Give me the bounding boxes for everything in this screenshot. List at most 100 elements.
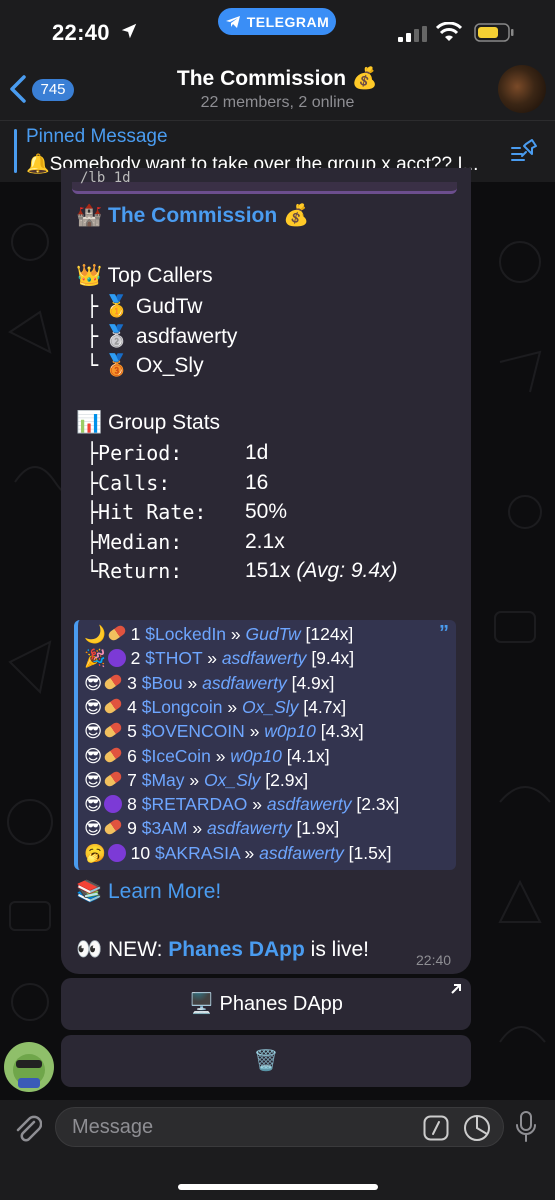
stat-value-row: 2.1x xyxy=(245,530,285,554)
ticker-link[interactable]: $IceCoin xyxy=(142,746,211,766)
stat-label: ├Hit Rate: xyxy=(86,500,207,524)
leaderboard-row: 😎 7 $May » Ox_Sly [2.9x] xyxy=(84,769,309,791)
ticker-link[interactable]: $Bou xyxy=(142,673,183,693)
caller-link[interactable]: Ox_Sly xyxy=(242,697,298,717)
stat-value: 50% xyxy=(245,500,288,523)
separator: » xyxy=(249,721,260,742)
row-emoji: 😎 xyxy=(84,721,103,742)
rank-number: 7 xyxy=(127,769,137,790)
group-title-line: 🏰 The Commission 💰 xyxy=(76,204,309,228)
ticker-link[interactable]: $AKRASIA xyxy=(155,843,240,863)
ticker-link[interactable]: $OVENCOIN xyxy=(142,721,245,741)
multiplier: [4.3x] xyxy=(320,721,364,742)
phanes-dapp-button[interactable]: 🖥️ Phanes DApp xyxy=(61,978,471,1030)
telegram-pill-label: TELEGRAM xyxy=(246,13,330,30)
pin-list-icon[interactable] xyxy=(510,138,538,164)
multiplier: [4.7x] xyxy=(303,696,347,717)
group-avatar[interactable] xyxy=(498,65,546,113)
quote-mark-icon: ” xyxy=(439,622,449,644)
rank-number: 5 xyxy=(127,721,137,742)
telegram-plane-icon xyxy=(225,15,240,28)
chain-pill-icon xyxy=(103,818,124,837)
caller-name: asdfawerty xyxy=(135,324,238,348)
separator: » xyxy=(187,672,198,693)
top-caller-row: ├ 🥈 asdfawerty xyxy=(86,324,237,349)
separator: » xyxy=(244,842,255,863)
ticker-link[interactable]: $3AM xyxy=(142,818,188,838)
ticker-link[interactable]: $Longcoin xyxy=(142,697,223,717)
phanes-dapp-link[interactable]: Phanes DApp xyxy=(168,938,305,961)
learn-more-link[interactable]: Learn More! xyxy=(108,880,221,903)
chat-header: 745 The Commission 💰 22 members, 2 onlin… xyxy=(0,58,555,120)
rank-number: 1 xyxy=(130,624,141,644)
paperclip-icon[interactable] xyxy=(12,1112,42,1144)
stat-label: ├Calls: xyxy=(86,470,171,495)
caller-link[interactable]: asdfawerty xyxy=(259,843,344,863)
rank-number: 2 xyxy=(130,648,141,669)
separator: » xyxy=(189,769,200,790)
ticker-link[interactable]: $THOT xyxy=(145,648,202,668)
cellular-signal-icon xyxy=(398,26,427,42)
separator: » xyxy=(192,818,203,839)
leaderboard-row: 🌙 1 $LockedIn » GudTw [124x] xyxy=(84,623,353,645)
multiplier: [1.9x] xyxy=(296,818,340,839)
ticker-link[interactable]: $LockedIn xyxy=(145,624,226,644)
chain-pill-icon xyxy=(103,720,124,740)
sticker-icon[interactable] xyxy=(463,1114,491,1142)
learn-more-line: 📚 Learn More! xyxy=(76,880,221,904)
chain-pill-icon xyxy=(103,745,124,764)
leaderboard-row: 😎 4 $Longcoin » Ox_Sly [4.7x] xyxy=(84,696,347,718)
caller-link[interactable]: asdfawerty xyxy=(202,673,287,693)
chain-pill-icon xyxy=(103,696,124,716)
pepe-avatar-icon xyxy=(13,1054,45,1088)
ticker-link[interactable]: $May xyxy=(142,770,185,790)
message-timestamp: 22:40 xyxy=(416,952,452,968)
group-stats-heading: 📊 Group Stats xyxy=(76,411,221,434)
stat-value-row: 1d xyxy=(245,441,268,465)
stat-value-row: 50% xyxy=(245,500,287,524)
telegram-return-pill[interactable]: TELEGRAM xyxy=(218,8,336,35)
stat-value: 2.1x xyxy=(245,529,285,553)
caller-link[interactable]: asdfawerty xyxy=(207,818,292,838)
row-emoji: 😎 xyxy=(84,672,103,693)
separator: » xyxy=(252,794,263,815)
separator: » xyxy=(230,624,241,644)
ticker-link[interactable]: $RETARDAO xyxy=(142,794,248,814)
stat-value: 16 xyxy=(245,470,269,494)
rank-number: 9 xyxy=(127,818,137,839)
microphone-icon[interactable] xyxy=(514,1110,538,1144)
stat-value-row: 151x (Avg: 9.4x) xyxy=(245,559,398,583)
caller-link[interactable]: w0p10 xyxy=(230,746,282,766)
message-input-bar xyxy=(0,1100,555,1200)
caller-link[interactable]: asdfawerty xyxy=(222,648,307,668)
caller-link[interactable]: GudTw xyxy=(246,624,301,644)
multiplier: [2.9x] xyxy=(265,769,309,790)
delete-button[interactable]: 🗑️ xyxy=(61,1035,471,1087)
castle-emoji: 🏰 xyxy=(76,204,103,227)
top-caller-row: └ 🥉 Ox_Sly xyxy=(86,353,204,378)
group-title-link[interactable]: The Commission xyxy=(108,204,277,227)
multiplier: [2.3x] xyxy=(356,794,400,815)
bot-command-icon[interactable] xyxy=(423,1115,449,1141)
rank-number: 8 xyxy=(127,794,137,815)
caller-link[interactable]: asdfawerty xyxy=(267,794,352,814)
new-prefix: 👀 NEW: xyxy=(76,938,163,961)
rank-number: 6 xyxy=(127,745,137,766)
stat-label: ├Median: xyxy=(86,529,183,554)
caller-link[interactable]: w0p10 xyxy=(264,721,316,741)
chat-title[interactable]: The Commission 💰 xyxy=(0,67,555,91)
location-arrow-icon xyxy=(121,23,137,39)
pinned-title: Pinned Message xyxy=(26,126,168,147)
caller-link[interactable]: Ox_Sly xyxy=(204,770,260,790)
wifi-icon xyxy=(436,22,462,41)
row-emoji: 🌙 xyxy=(84,624,106,644)
medal-emoji: 🥉 xyxy=(103,354,131,377)
sender-avatar[interactable] xyxy=(4,1042,54,1092)
chain-circle-icon xyxy=(107,649,126,668)
caller-name: Ox_Sly xyxy=(135,354,204,377)
top-caller-row: ├ 🥇 GudTw xyxy=(86,294,202,319)
pinned-accent-bar xyxy=(14,129,17,173)
separator: » xyxy=(227,696,238,717)
multiplier: [4.1x] xyxy=(286,745,330,766)
row-emoji: 😎 xyxy=(84,745,103,766)
